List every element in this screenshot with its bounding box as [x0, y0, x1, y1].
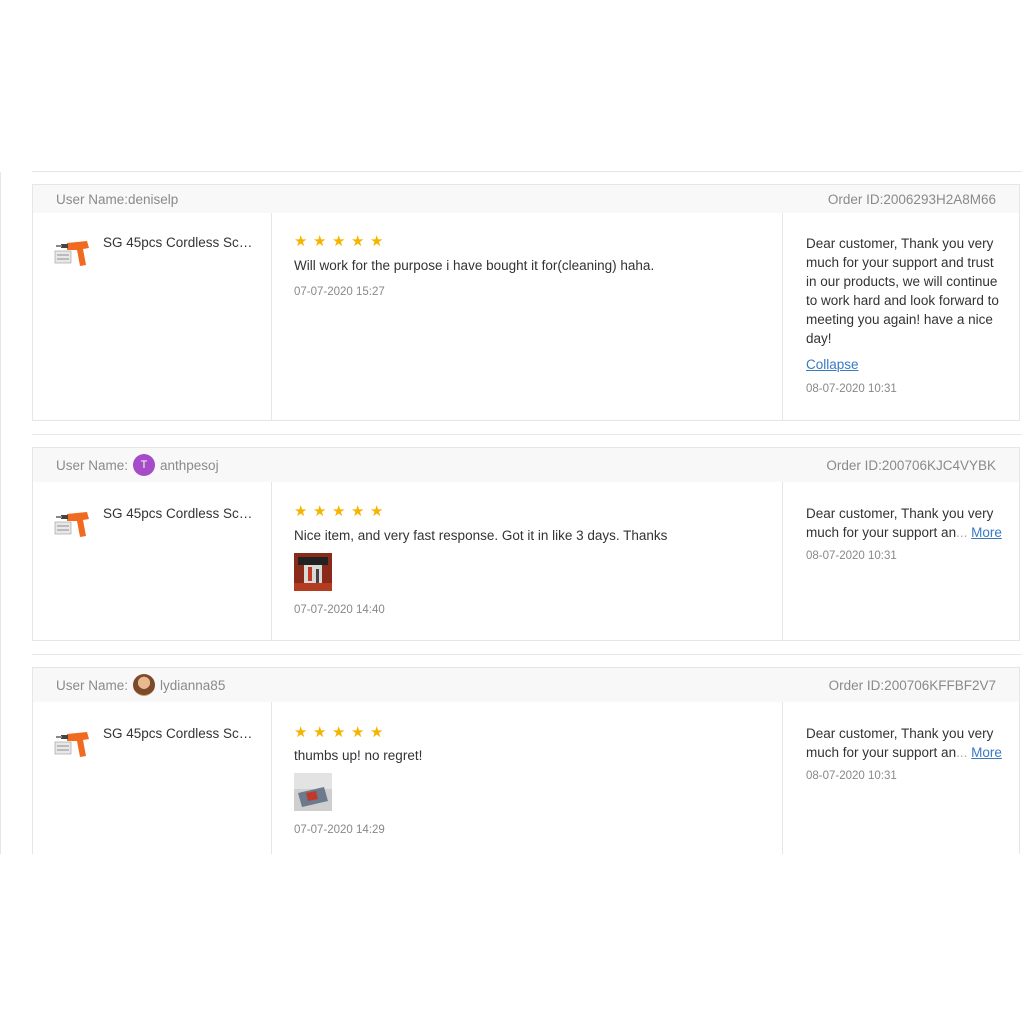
star-icon: ★ — [370, 503, 384, 520]
seller-reply-cell: Dear customer, Thank you very much for y… — [783, 702, 1019, 854]
review-date: 07-07-2020 14:29 — [294, 824, 385, 836]
user-name: deniselp — [128, 191, 179, 207]
review-card: User Name: deniselp Order ID:2006293H2A8… — [32, 184, 1020, 421]
seller-reply-cell: Dear customer, Thank you very much for y… — [783, 213, 1019, 420]
user-name: anthpesoj — [160, 457, 219, 473]
review-cell: ★ ★ ★ ★ ★ thumbs up! no regret! 07-07-20… — [272, 702, 783, 854]
review-text: Nice item, and very fast response. Got i… — [294, 528, 668, 543]
avatar: T — [133, 454, 156, 476]
star-icon: ★ — [294, 233, 308, 250]
review-card: User Name: T anthpesoj Order ID:200706KJ… — [32, 447, 1020, 641]
seller-reply-line: much for your support an — [806, 525, 957, 540]
star-icon: ★ — [370, 724, 384, 741]
star-icon: ★ — [351, 503, 365, 520]
user-info: User Name: deniselp — [56, 192, 178, 207]
review-text: Will work for the purpose i have bought … — [294, 258, 655, 273]
review-photo[interactable] — [294, 773, 332, 811]
review-text: thumbs up! no regret! — [294, 748, 423, 763]
seller-reply-cell: Dear customer, Thank you very much for y… — [783, 482, 1019, 640]
product-thumbnail[interactable] — [53, 726, 97, 762]
user-info: User Name: T anthpesoj — [56, 454, 219, 476]
left-border — [0, 172, 1, 854]
product-thumbnail[interactable] — [53, 506, 97, 542]
more-link[interactable]: More — [971, 745, 1002, 760]
user-name-label: User Name: — [56, 457, 129, 473]
star-icon: ★ — [294, 503, 308, 520]
star-icon: ★ — [313, 503, 327, 520]
star-icon: ★ — [370, 233, 384, 250]
review-date: 07-07-2020 15:27 — [294, 286, 385, 298]
order-id: Order ID:200706KFFBF2V7 — [828, 677, 996, 693]
order-id: Order ID:2006293H2A8M66 — [827, 191, 996, 207]
product-cell: SG 45pcs Cordless Scr... — [33, 482, 272, 640]
divider — [32, 434, 1022, 435]
review-card: User Name: lydianna85 Order ID:200706KFF… — [32, 667, 1020, 854]
star-icon: ★ — [332, 724, 346, 741]
star-icon: ★ — [332, 233, 346, 250]
rating-stars: ★ ★ ★ ★ ★ — [294, 233, 384, 250]
reply-date: 08-07-2020 10:31 — [806, 383, 897, 395]
avatar — [133, 674, 156, 696]
review-cell: ★ ★ ★ ★ ★ Nice item, and very fast respo… — [272, 482, 783, 640]
user-name-label: User Name: — [56, 677, 129, 693]
top-divider — [32, 171, 1022, 172]
product-name-link[interactable]: SG 45pcs Cordless Scr... — [103, 235, 253, 250]
user-info: User Name: lydianna85 — [56, 674, 225, 696]
star-icon: ★ — [313, 724, 327, 741]
review-date: 07-07-2020 14:40 — [294, 604, 385, 616]
review-photo[interactable] — [294, 553, 332, 591]
reply-ellipsis: ... — [956, 745, 968, 760]
rating-stars: ★ ★ ★ ★ ★ — [294, 724, 384, 741]
seller-reply-line: Dear customer, Thank you very — [806, 726, 994, 741]
product-name-link[interactable]: SG 45pcs Cordless Scr... — [103, 506, 253, 521]
review-header: User Name: T anthpesoj Order ID:200706KJ… — [33, 448, 1019, 482]
reply-date: 08-07-2020 10:31 — [806, 770, 897, 782]
collapse-link[interactable]: Collapse — [806, 357, 859, 372]
product-cell: SG 45pcs Cordless Scr... — [33, 213, 272, 420]
user-name-label: User Name: — [56, 191, 129, 207]
star-icon: ★ — [351, 724, 365, 741]
order-id: Order ID:200706KJC4VYBK — [826, 457, 996, 473]
more-link[interactable]: More — [971, 525, 1002, 540]
product-cell: SG 45pcs Cordless Scr... — [33, 702, 272, 854]
star-icon: ★ — [332, 503, 346, 520]
seller-reply-text: Dear customer, Thank you very much for y… — [806, 236, 999, 346]
review-cell: ★ ★ ★ ★ ★ Will work for the purpose i ha… — [272, 213, 783, 420]
star-icon: ★ — [313, 233, 327, 250]
user-name: lydianna85 — [160, 677, 226, 693]
star-icon: ★ — [294, 724, 308, 741]
seller-reply-text: Dear customer, Thank you very much for y… — [806, 724, 1002, 762]
review-header: User Name: lydianna85 Order ID:200706KFF… — [33, 668, 1019, 702]
seller-reply-text: Dear customer, Thank you very much for y… — [806, 504, 1002, 542]
reply-date: 08-07-2020 10:31 — [806, 550, 897, 562]
product-name-link[interactable]: SG 45pcs Cordless Scr... — [103, 726, 253, 741]
rating-stars: ★ ★ ★ ★ ★ — [294, 503, 384, 520]
reply-ellipsis: ... — [956, 525, 968, 540]
seller-reply-line: Dear customer, Thank you very — [806, 506, 994, 521]
star-icon: ★ — [351, 233, 365, 250]
divider — [32, 654, 1022, 655]
product-thumbnail[interactable] — [53, 235, 97, 271]
review-header: User Name: deniselp Order ID:2006293H2A8… — [33, 185, 1019, 213]
seller-reply-line: much for your support an — [806, 745, 957, 760]
